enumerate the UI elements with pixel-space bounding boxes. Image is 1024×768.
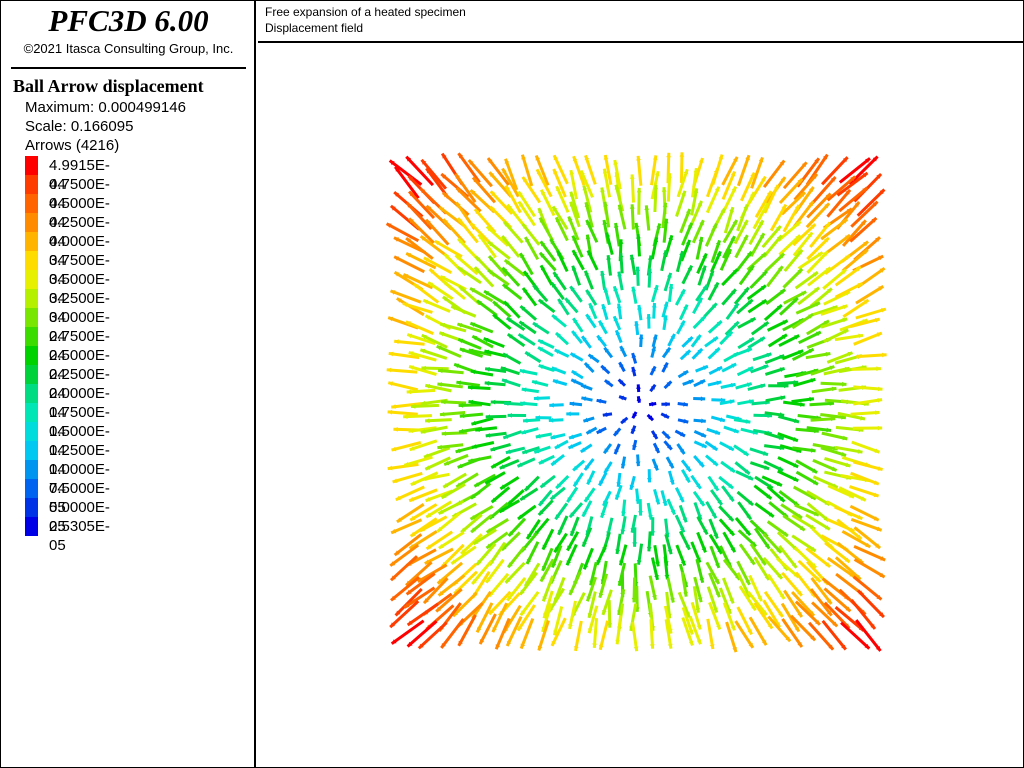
displacement-arrow xyxy=(488,590,512,616)
legend-swatch xyxy=(25,441,38,460)
arrow-head xyxy=(651,303,657,308)
arrow-head xyxy=(636,187,642,193)
displacement-arrow xyxy=(387,462,419,471)
displacement-arrow xyxy=(405,320,434,335)
arrow-head xyxy=(441,431,447,436)
displacement-arrow xyxy=(592,618,598,649)
arrow-head xyxy=(425,418,430,424)
displacement-arrow xyxy=(631,621,639,652)
arrow-head xyxy=(700,396,706,402)
legend-swatch xyxy=(25,213,38,232)
arrow-head xyxy=(534,395,539,401)
legend-arrow-count: Arrows (4216) xyxy=(25,137,120,154)
displacement-arrow xyxy=(438,530,465,550)
arrow-head xyxy=(507,413,512,418)
displacement-arrow xyxy=(836,541,864,565)
arrow-head xyxy=(403,414,408,419)
arrow-head xyxy=(406,389,412,395)
legend-swatch xyxy=(25,479,38,498)
plot-header: Free expansion of a heated specimen Disp… xyxy=(258,1,1023,43)
copyright-text: ©2021 Itasca Consulting Group, Inc. xyxy=(23,41,234,56)
displacement-arrow xyxy=(636,155,643,186)
legend-swatch xyxy=(25,194,38,213)
displacement-arrow xyxy=(615,615,623,645)
arrow-head xyxy=(679,152,685,157)
arrow-head xyxy=(842,381,847,387)
legend-swatch xyxy=(25,403,38,422)
window-frame: PFC3D 6.00 ©2021 Itasca Consulting Group… xyxy=(0,0,1024,768)
legend-title: Ball Arrow displacement xyxy=(13,76,204,96)
legend-swatch xyxy=(25,251,38,270)
arrow-head xyxy=(635,266,641,272)
legend-swatch xyxy=(25,460,38,479)
legend-swatch xyxy=(25,289,38,308)
displacement-arrow xyxy=(855,307,887,320)
displacement-plot[interactable] xyxy=(258,43,1023,767)
displacement-arrow xyxy=(840,621,871,650)
legend-scale: Scale: 0.166095 xyxy=(25,118,134,135)
displacement-arrow xyxy=(852,575,883,601)
plot-title: Free expansion of a heated specimen xyxy=(265,5,466,19)
displacement-arrow xyxy=(387,410,418,416)
legend-maximum: Maximum: 0.000499146 xyxy=(25,99,186,116)
displacement-arrow xyxy=(406,620,438,648)
legend-swatch xyxy=(25,232,38,251)
displacement-arrow xyxy=(598,620,610,651)
arrow-head xyxy=(661,187,667,192)
arrow-head xyxy=(647,477,652,483)
arrow-head xyxy=(566,411,571,417)
arrow-head xyxy=(877,425,883,431)
displacement-arrow xyxy=(853,558,886,579)
displacement-arrow xyxy=(471,176,497,204)
legend-swatch xyxy=(25,175,38,194)
displacement-arrow xyxy=(706,618,715,650)
legend-swatch xyxy=(25,422,38,441)
legend-swatch xyxy=(25,384,38,403)
displacement-arrow xyxy=(736,154,751,187)
displacement-arrow xyxy=(849,504,880,522)
displacement-arrow xyxy=(386,368,418,374)
arrow-head xyxy=(490,399,496,405)
arrow-head xyxy=(638,511,643,516)
displacement-arrow xyxy=(853,460,883,472)
displacement-arrow xyxy=(389,289,422,304)
displacement-arrow xyxy=(679,152,684,183)
legend-label: 2.5305E-05 xyxy=(49,518,110,554)
arrow-head xyxy=(629,174,635,179)
legend-swatch xyxy=(25,156,38,175)
displacement-arrow xyxy=(834,281,864,299)
displacement-arrow xyxy=(387,381,419,392)
legend-swatch xyxy=(25,327,38,346)
displacement-arrow xyxy=(389,555,419,582)
displacement-arrow xyxy=(856,353,887,359)
legend-panel: PFC3D 6.00 ©2021 Itasca Consulting Group… xyxy=(1,1,256,767)
arrow-head xyxy=(665,401,670,407)
legend-swatch xyxy=(25,517,38,536)
arrow-head xyxy=(632,542,638,547)
displacement-arrow xyxy=(855,285,885,305)
arrow-field xyxy=(385,152,887,653)
displacement-arrow xyxy=(649,619,655,649)
arrow-head xyxy=(882,352,887,358)
plot-subtitle: Displacement field xyxy=(265,21,364,35)
displacement-arrow xyxy=(790,590,816,617)
legend-swatch xyxy=(25,365,38,384)
displacement-arrow xyxy=(574,620,583,652)
arrow-head xyxy=(549,402,554,408)
legend-swatch xyxy=(25,498,38,517)
displacement-arrow xyxy=(394,339,425,346)
arrow-head xyxy=(876,366,881,372)
app-title: PFC3D 6.00 xyxy=(48,3,209,38)
displacement-arrow xyxy=(552,154,569,185)
displacement-arrow xyxy=(767,615,792,643)
displacement-arrow xyxy=(748,616,768,646)
legend-swatch xyxy=(25,308,38,327)
arrow-head xyxy=(629,204,635,209)
legend-swatch xyxy=(25,270,38,289)
arrow-head xyxy=(646,314,652,319)
legend-swatch xyxy=(25,346,38,365)
displacement-arrow xyxy=(584,154,597,185)
legend-divider xyxy=(11,67,246,69)
